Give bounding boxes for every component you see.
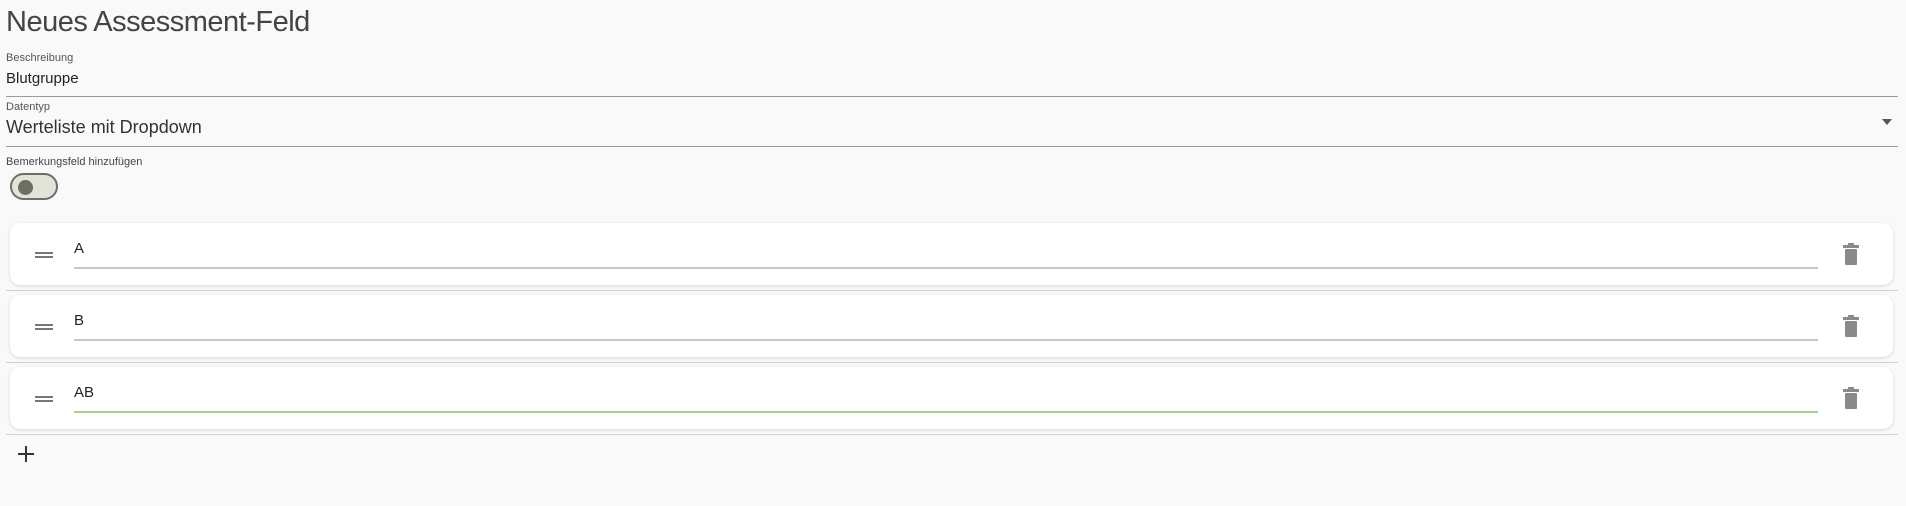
- description-input[interactable]: Blutgruppe: [6, 70, 1898, 87]
- option-row: A: [10, 223, 1893, 285]
- row-divider: [6, 362, 1898, 363]
- plus-icon[interactable]: [16, 444, 36, 464]
- drag-handle-icon[interactable]: [35, 324, 53, 330]
- drag-handle-icon[interactable]: [35, 252, 53, 258]
- trash-icon[interactable]: [1843, 387, 1859, 409]
- assessment-field-form: Neues Assessment-Feld Beschreibung Blutg…: [0, 0, 1906, 506]
- drag-handle-icon[interactable]: [35, 396, 53, 402]
- datatype-label: Datentyp: [6, 101, 51, 113]
- description-label: Beschreibung: [6, 52, 74, 64]
- description-field[interactable]: Beschreibung Blutgruppe: [6, 52, 1898, 97]
- row-divider: [6, 290, 1898, 291]
- remark-toggle[interactable]: [10, 173, 58, 200]
- remark-toggle-label: Bemerkungsfeld hinzufügen: [6, 156, 143, 168]
- toggle-knob: [18, 180, 33, 195]
- arrow-down-icon[interactable]: [1882, 119, 1892, 125]
- datatype-value[interactable]: Werteliste mit Dropdown: [6, 117, 1898, 138]
- option-row: B: [10, 295, 1893, 357]
- option-input[interactable]: AB: [74, 381, 1818, 413]
- row-divider: [6, 434, 1898, 435]
- trash-icon[interactable]: [1843, 315, 1859, 337]
- page-title: Neues Assessment-Feld: [6, 6, 310, 38]
- option-input[interactable]: B: [74, 309, 1818, 341]
- option-input[interactable]: A: [74, 237, 1818, 269]
- trash-icon[interactable]: [1843, 243, 1859, 265]
- datatype-select[interactable]: Datentyp Werteliste mit Dropdown: [6, 101, 1898, 147]
- option-row: AB: [10, 367, 1893, 429]
